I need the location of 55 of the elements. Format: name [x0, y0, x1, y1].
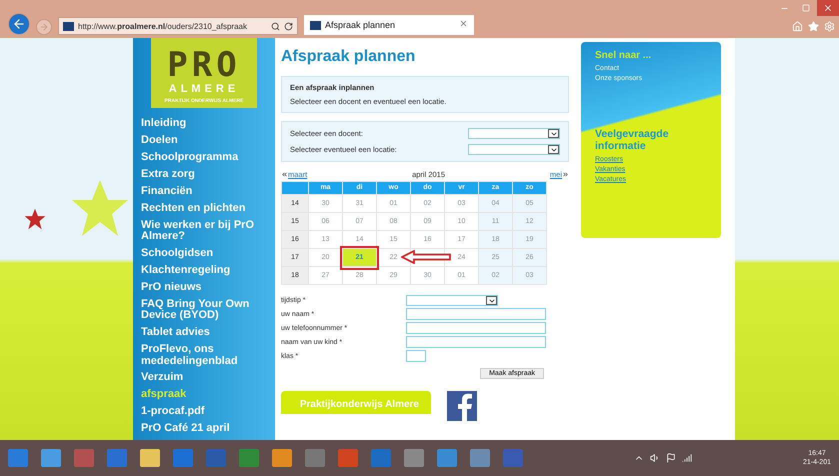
- double-chevron-icon: [562, 171, 569, 178]
- header-cell: [282, 182, 308, 194]
- select-field[interactable]: [468, 144, 560, 155]
- nav-link[interactable]: PrO nieuws: [141, 282, 267, 294]
- back-button[interactable]: [8, 13, 30, 35]
- url-text: http://www.proalmere.nl/ouders/2310_afspraak: [78, 22, 247, 30]
- card-title: Snel naar ...: [595, 50, 652, 61]
- input-field[interactable]: [406, 350, 426, 362]
- maximize-icon: [802, 4, 810, 12]
- star-icon[interactable]: [808, 21, 819, 32]
- favicon-icon: [63, 22, 74, 30]
- star-icon: [24, 208, 46, 230]
- home-icon[interactable]: [792, 21, 803, 32]
- input-field[interactable]: [406, 308, 546, 320]
- close-button[interactable]: [817, 0, 839, 16]
- nav-link[interactable]: Doelen: [141, 135, 267, 147]
- select-field[interactable]: [468, 128, 560, 139]
- input-field[interactable]: [406, 322, 546, 334]
- nav-link[interactable]: FAQ Bring Your Own Device (BYOD): [141, 298, 267, 322]
- nav-link[interactable]: Klachtenregeling: [141, 264, 267, 276]
- favicon-icon: [310, 20, 321, 30]
- settings-icon[interactable]: [824, 21, 835, 32]
- arrow-drawing: [401, 250, 451, 264]
- nav-link[interactable]: 1-procaf.pdf: [141, 406, 267, 418]
- select-field[interactable]: [406, 295, 498, 306]
- page-title: Afspraak plannen: [281, 48, 416, 66]
- nav-link[interactable]: ProFlevo, ons mededelingenblad: [141, 344, 267, 368]
- speaker-icon[interactable]: [650, 453, 660, 463]
- nav-link[interactable]: Extra zorg: [141, 169, 267, 181]
- flag-icon[interactable]: [666, 453, 676, 463]
- address-bar[interactable]: http://www.proalmere.nl/ouders/2310_afspraak: [58, 17, 298, 35]
- nav-link[interactable]: Financiën: [141, 186, 267, 198]
- close-icon: [823, 3, 833, 13]
- nav-link[interactable]: Inleiding: [141, 118, 267, 130]
- close-icon[interactable]: [459, 19, 468, 28]
- nav-link[interactable]: afspraak: [141, 389, 267, 401]
- nav-link[interactable]: Verzuim: [141, 372, 267, 384]
- nav-link[interactable]: Tablet advies: [141, 327, 267, 339]
- star-drawing: [70, 178, 130, 238]
- browser-tab[interactable]: Afspraak plannen: [304, 15, 474, 35]
- signal-icon[interactable]: [682, 453, 692, 463]
- highlight-frame: [340, 246, 379, 270]
- double-chevron-icon: [281, 171, 288, 178]
- facebook-icon[interactable]: [447, 391, 477, 421]
- arrow-right-icon: [39, 22, 49, 32]
- refresh-icon[interactable]: [284, 22, 293, 30]
- nav-link[interactable]: Schoolgidsen: [141, 248, 267, 260]
- nav-link[interactable]: PrO Café 21 april: [141, 423, 267, 435]
- card-title: Veelgevraagde informatie: [595, 128, 670, 152]
- search-icon[interactable]: [271, 22, 280, 30]
- input-field[interactable]: [406, 336, 546, 348]
- nav-link[interactable]: Rechten en plichten: [141, 202, 267, 214]
- nav-link[interactable]: Schoolprogramma: [141, 152, 267, 164]
- forward-button[interactable]: [36, 19, 52, 35]
- nav-link[interactable]: Wie werken er bij PrO Almere?: [141, 220, 267, 243]
